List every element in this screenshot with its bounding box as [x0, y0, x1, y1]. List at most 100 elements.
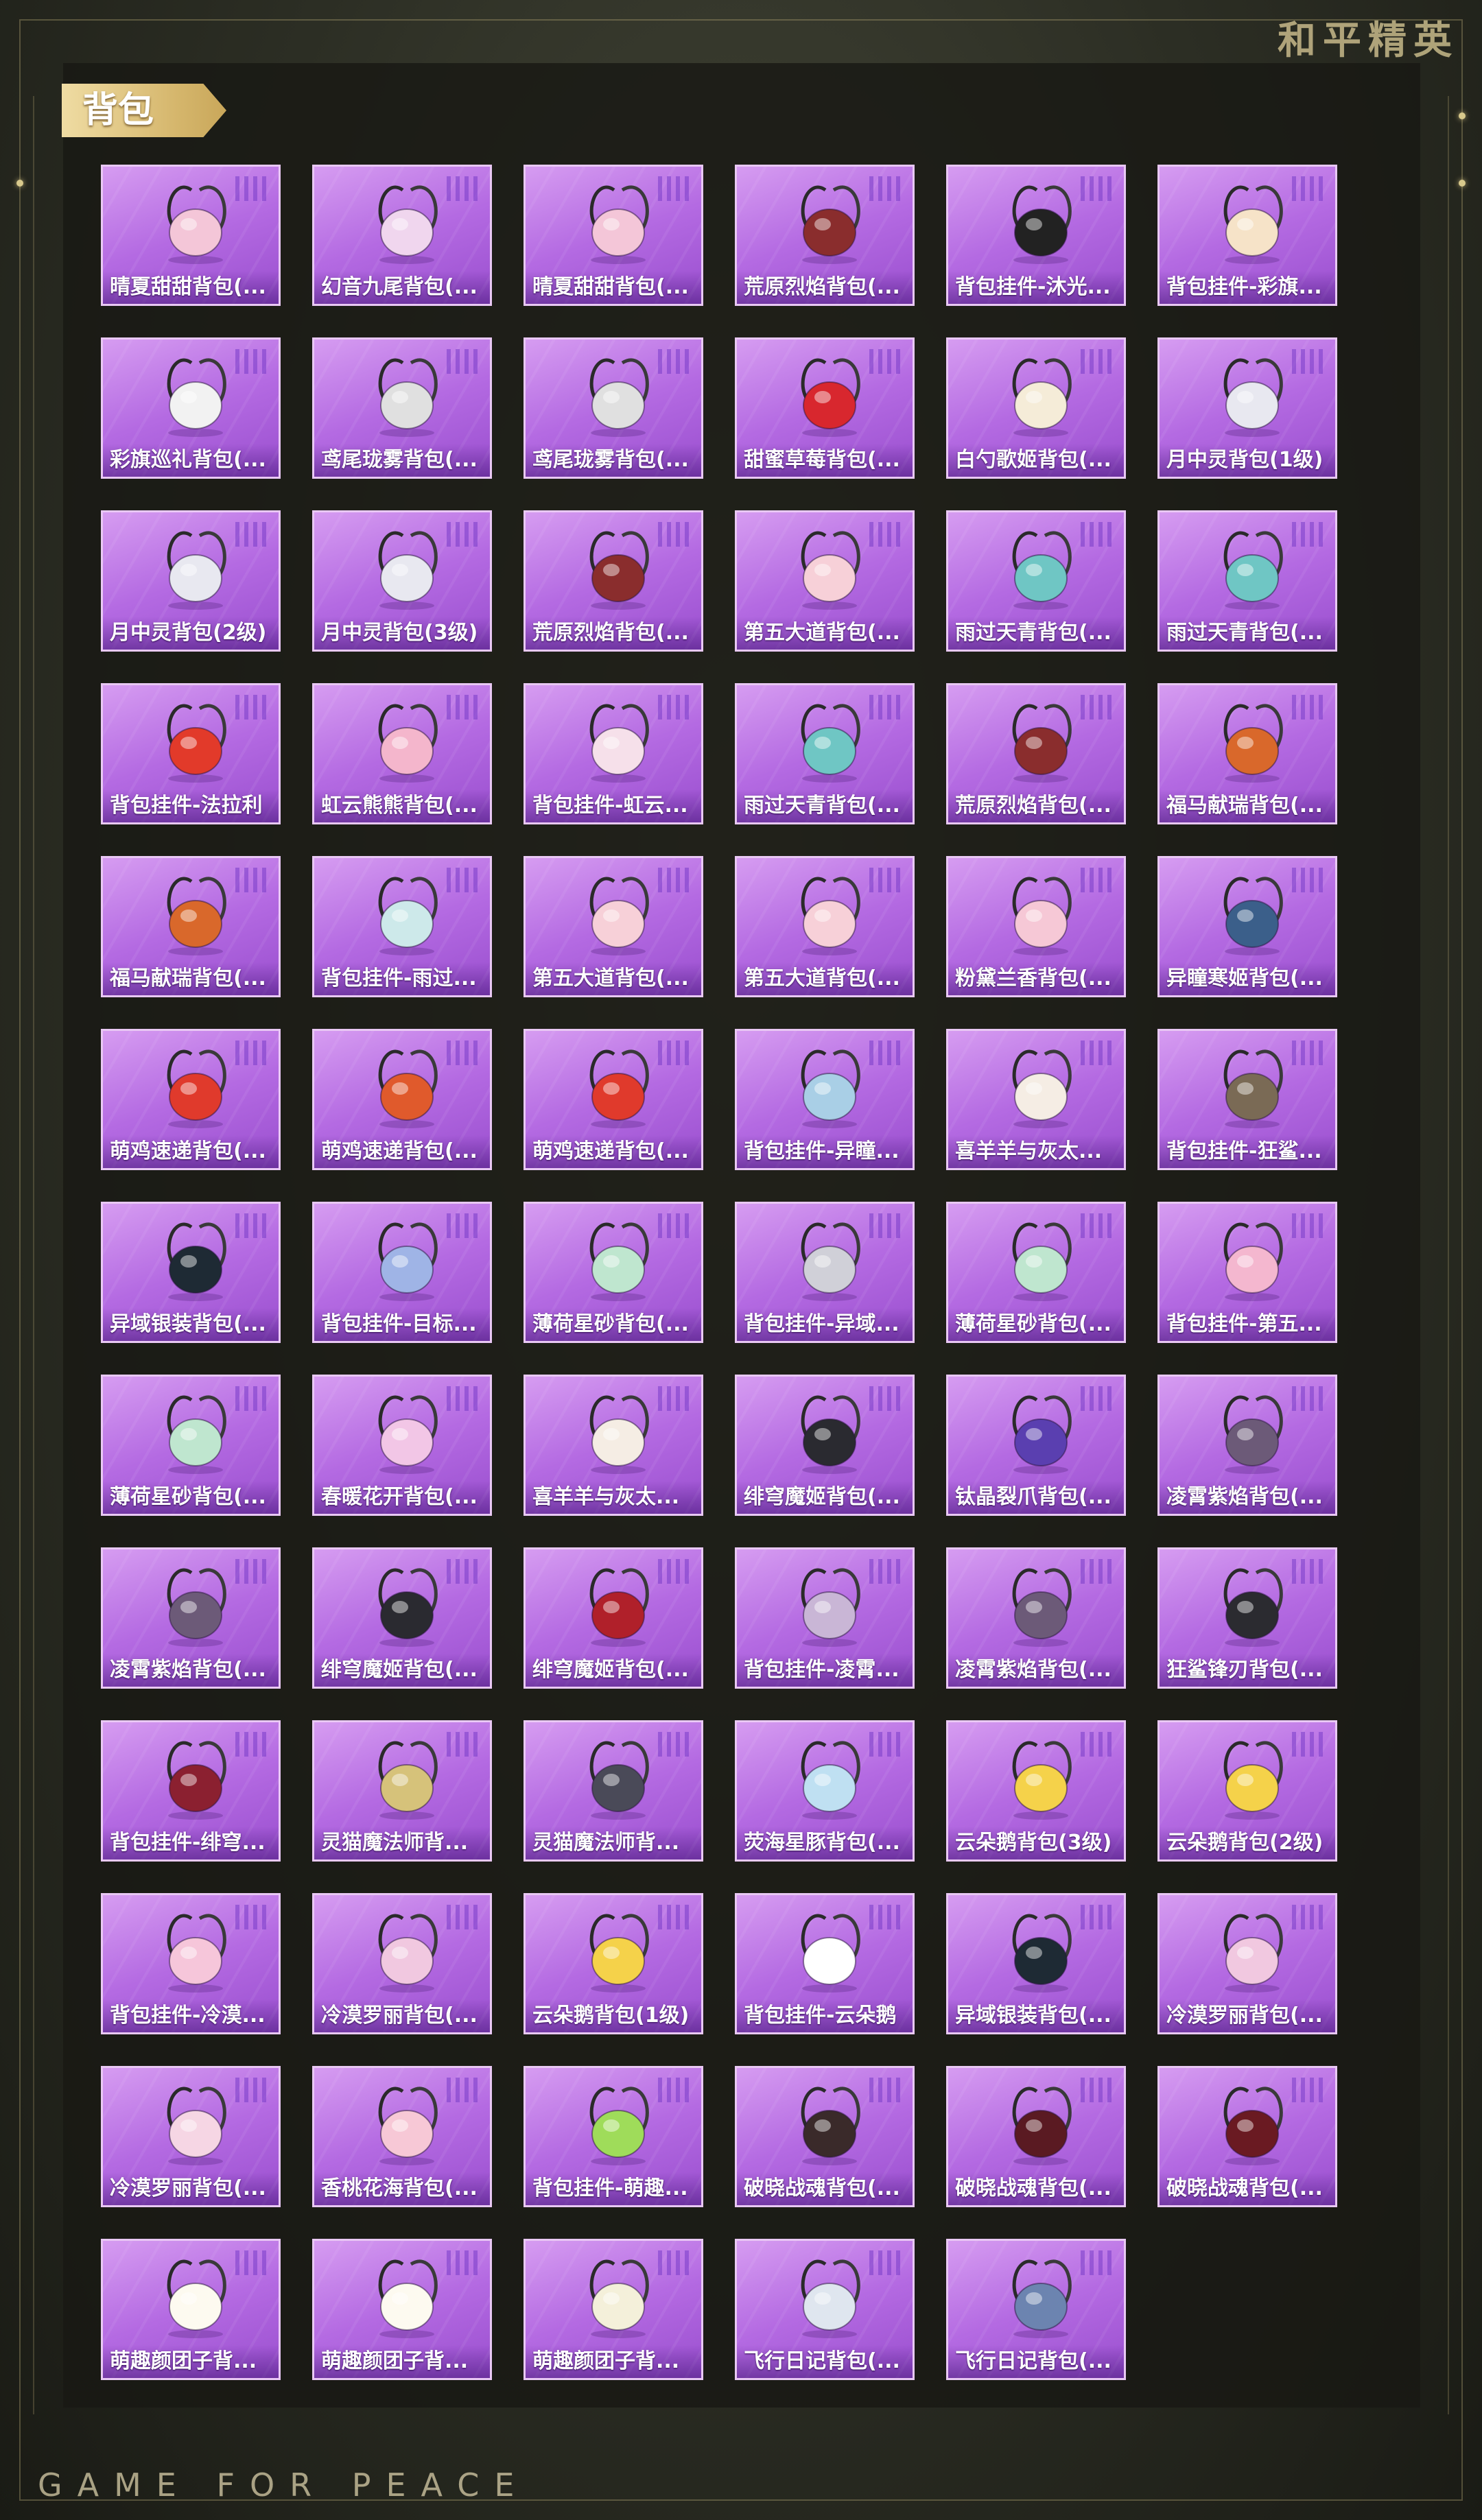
- backpack-item-card[interactable]: 鸢尾珑雾背包(...: [312, 337, 492, 479]
- backpack-item-card[interactable]: 绯穹魔姬背包(...: [312, 1547, 492, 1689]
- horse-backpack-icon: [1223, 704, 1283, 783]
- backpack-item-card[interactable]: 薄荷星砂背包(...: [946, 1202, 1126, 1343]
- backpack-item-card[interactable]: 鸢尾珑雾背包(...: [524, 337, 703, 479]
- item-label-bar: 冷漠罗丽背包(...: [103, 2172, 279, 2205]
- backpack-item-card[interactable]: 福马献瑞背包(...: [101, 856, 281, 997]
- backpack-item-card[interactable]: 背包挂件-狂鲨...: [1157, 1029, 1337, 1170]
- backpack-item-card[interactable]: 破晓战魂背包(...: [946, 2066, 1126, 2207]
- backpack-item-card[interactable]: 云朵鹅背包(1级): [524, 1893, 703, 2034]
- shark-fin-charm-icon: [1223, 1049, 1283, 1128]
- backpack-item-card[interactable]: 背包挂件-冷漠...: [101, 1893, 281, 2034]
- backpack-item-card[interactable]: 凌霄紫焰背包(...: [101, 1547, 281, 1689]
- quilted-bag-icon: [801, 531, 860, 610]
- backpack-item-card[interactable]: 雨过天青背包(...: [1157, 510, 1337, 652]
- backpack-item-card[interactable]: 粉黛兰香背包(...: [946, 856, 1126, 997]
- item-name: 背包挂件-狂鲨...: [1166, 1139, 1322, 1163]
- backpack-item-card[interactable]: 第五大道背包(...: [735, 510, 915, 652]
- backpack-item-card[interactable]: 萌趣颜团子背...: [101, 2239, 281, 2380]
- backpack-item-card[interactable]: 背包挂件-异瞳...: [735, 1029, 915, 1170]
- backpack-item-card[interactable]: 荧海星豚背包(...: [735, 1720, 915, 1862]
- backpack-item-card[interactable]: 背包挂件-虹云...: [524, 683, 703, 824]
- backpack-item-card[interactable]: 灵猫魔法师背...: [312, 1720, 492, 1862]
- backpack-item-card[interactable]: 凌霄紫焰背包(...: [1157, 1375, 1337, 1516]
- quilted-bag-icon: [589, 877, 649, 955]
- backpack-item-card[interactable]: 薄荷星砂背包(...: [524, 1202, 703, 1343]
- item-name: 云朵鹅背包(1级): [532, 2004, 690, 2028]
- backpack-item-card[interactable]: 凌霄紫焰背包(...: [946, 1547, 1126, 1689]
- backpack-item-card[interactable]: 灵猫魔法师背...: [524, 1720, 703, 1862]
- backpack-item-card[interactable]: 异域银装背包(...: [101, 1202, 281, 1343]
- backpack-item-card[interactable]: 薄荷星砂背包(...: [101, 1375, 281, 1516]
- item-label-bar: 喜羊羊与灰太...: [526, 1481, 701, 1514]
- backpack-item-card[interactable]: 荒原烈焰背包(...: [735, 165, 915, 306]
- item-name: 背包挂件-彩旗...: [1166, 275, 1322, 299]
- backpack-item-card[interactable]: 第五大道背包(...: [524, 856, 703, 997]
- cat-charm-icon: [1012, 185, 1072, 264]
- backpack-item-card[interactable]: 云朵鹅背包(2级): [1157, 1720, 1337, 1862]
- backpack-item-card[interactable]: 萌趣颜团子背...: [524, 2239, 703, 2380]
- backpack-item-card[interactable]: 异域银装背包(...: [946, 1893, 1126, 2034]
- item-name: 晴夏甜甜背包(...: [110, 275, 266, 299]
- backpack-item-card[interactable]: 狂鲨锋刃背包(...: [1157, 1547, 1337, 1689]
- backpack-item-card[interactable]: 第五大道背包(...: [735, 856, 915, 997]
- backpack-item-card[interactable]: 甜蜜草莓背包(...: [735, 337, 915, 479]
- backpack-item-card[interactable]: 萌鸡速递背包(...: [524, 1029, 703, 1170]
- backpack-item-card[interactable]: 背包挂件-异域...: [735, 1202, 915, 1343]
- backpack-item-card[interactable]: 月中灵背包(1级): [1157, 337, 1337, 479]
- backpack-item-card[interactable]: 异瞳寒姬背包(...: [1157, 856, 1337, 997]
- backpack-item-card[interactable]: 春暖花开背包(...: [312, 1375, 492, 1516]
- backpack-item-card[interactable]: 雨过天青背包(...: [946, 510, 1126, 652]
- backpack-item-card[interactable]: 背包挂件-目标...: [312, 1202, 492, 1343]
- backpack-item-card[interactable]: 背包挂件-云朵鹅: [735, 1893, 915, 2034]
- backpack-item-card[interactable]: 荒原烈焰背包(...: [524, 510, 703, 652]
- backpack-item-card[interactable]: 白勺歌姬背包(...: [946, 337, 1126, 479]
- backpack-item-card[interactable]: 晴夏甜甜背包(...: [101, 165, 281, 306]
- backpack-item-card[interactable]: 云朵鹅背包(3级): [946, 1720, 1126, 1862]
- item-name: 破晓战魂背包(...: [744, 2176, 900, 2200]
- backpack-item-card[interactable]: 破晓战魂背包(...: [735, 2066, 915, 2207]
- item-name: 雨过天青背包(...: [955, 621, 1112, 645]
- backpack-item-card[interactable]: 萌鸡速递背包(...: [312, 1029, 492, 1170]
- backpack-item-card[interactable]: 绯穹魔姬背包(...: [524, 1547, 703, 1689]
- backpack-item-card[interactable]: 月中灵背包(2级): [101, 510, 281, 652]
- item-label-bar: 灵猫魔法师背...: [526, 1827, 701, 1859]
- backpack-item-card[interactable]: 背包挂件-彩旗...: [1157, 165, 1337, 306]
- backpack-item-card[interactable]: 雨过天青背包(...: [735, 683, 915, 824]
- backpack-item-card[interactable]: 绯穹魔姬背包(...: [735, 1375, 915, 1516]
- backpack-item-card[interactable]: 幻音九尾背包(...: [312, 165, 492, 306]
- backpack-item-card[interactable]: 香桃花海背包(...: [312, 2066, 492, 2207]
- moon-ring-icon: [378, 531, 438, 610]
- backpack-item-card[interactable]: 背包挂件-雨过...: [312, 856, 492, 997]
- backpack-item-card[interactable]: 晴夏甜甜背包(...: [524, 165, 703, 306]
- backpack-item-card[interactable]: 虹云熊熊背包(...: [312, 683, 492, 824]
- backpack-item-card[interactable]: 彩旗巡礼背包(...: [101, 337, 281, 479]
- backpack-item-card[interactable]: 萌鸡速递背包(...: [101, 1029, 281, 1170]
- backpack-item-card[interactable]: 破晓战魂背包(...: [1157, 2066, 1337, 2207]
- backpack-item-card[interactable]: 冷漠罗丽背包(...: [1157, 1893, 1337, 2034]
- backpack-item-card[interactable]: 钛晶裂爪背包(...: [946, 1375, 1126, 1516]
- item-label-bar: 背包挂件-冷漠...: [103, 1999, 279, 2032]
- item-name: 背包挂件-萌趣...: [532, 2176, 688, 2200]
- backpack-item-card[interactable]: 月中灵背包(3级): [312, 510, 492, 652]
- backpack-item-card[interactable]: 荒原烈焰背包(...: [946, 683, 1126, 824]
- backpack-item-card[interactable]: 背包挂件-绯穹...: [101, 1720, 281, 1862]
- demon-backpack-icon: [801, 1395, 860, 1474]
- backpack-item-card[interactable]: 背包挂件-法拉利: [101, 683, 281, 824]
- backpack-item-card[interactable]: 背包挂件-凌霄...: [735, 1547, 915, 1689]
- backpack-item-card[interactable]: 背包挂件-萌趣...: [524, 2066, 703, 2207]
- backpack-item-card[interactable]: 背包挂件-第五...: [1157, 1202, 1337, 1343]
- item-name: 冷漠罗丽背包(...: [321, 2004, 478, 2028]
- backpack-item-card[interactable]: 飞行日记背包(...: [946, 2239, 1126, 2380]
- backpack-item-card[interactable]: 冷漠罗丽背包(...: [101, 2066, 281, 2207]
- backpack-item-card[interactable]: 福马献瑞背包(...: [1157, 683, 1337, 824]
- backpack-item-card[interactable]: 萌趣颜团子背...: [312, 2239, 492, 2380]
- lolita-bow-backpack-icon: [167, 2087, 226, 2165]
- backpack-item-card[interactable]: 喜羊羊与灰太...: [524, 1375, 703, 1516]
- backpack-item-card[interactable]: 喜羊羊与灰太...: [946, 1029, 1126, 1170]
- peach-blossom-backpack-icon: [378, 2087, 438, 2165]
- item-name: 背包挂件-凌霄...: [744, 1658, 899, 1682]
- backpack-item-card[interactable]: 背包挂件-沐光...: [946, 165, 1126, 306]
- backpack-item-card[interactable]: 飞行日记背包(...: [735, 2239, 915, 2380]
- backpack-item-card[interactable]: 冷漠罗丽背包(...: [312, 1893, 492, 2034]
- item-label-bar: 背包挂件-云朵鹅: [737, 1999, 913, 2032]
